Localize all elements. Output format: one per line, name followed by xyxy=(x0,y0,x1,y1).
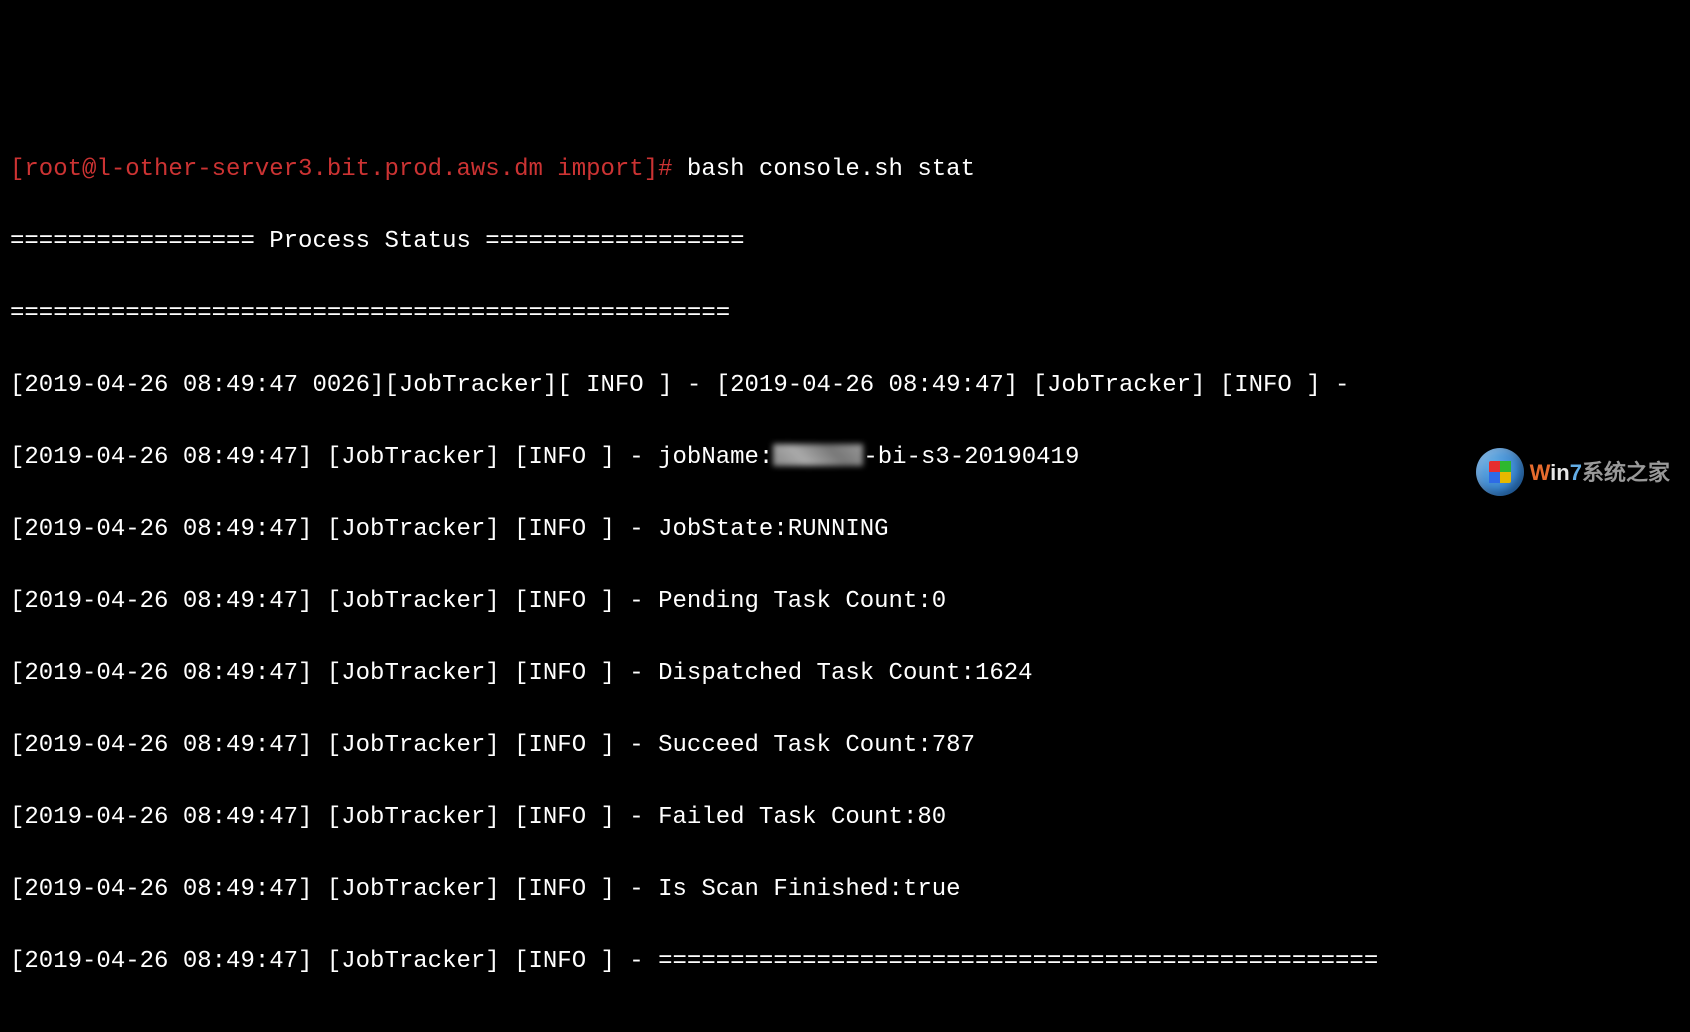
log-prefix: [2019-04-26 08:49:47] [JobTracker] [INFO… xyxy=(10,804,658,831)
prompt-line[interactable]: [root@l-other-server3.bit.prod.aws.dm im… xyxy=(10,152,1680,188)
log-line-succeed: [2019-04-26 08:49:47] [JobTracker] [INFO… xyxy=(10,728,1680,764)
log-value: true xyxy=(903,876,961,903)
log-prefix: [2019-04-26 08:49:47] [JobTracker] [INFO… xyxy=(10,660,658,687)
log-label: Is Scan Finished: xyxy=(658,876,903,903)
log-prefix: [2019-04-26 08:49:47] [JobTracker] [INFO… xyxy=(10,588,658,615)
log-line-scanfinished: [2019-04-26 08:49:47] [JobTracker] [INFO… xyxy=(10,872,1680,908)
log-prefix: [2019-04-26 08:49:47] [JobTracker] [INFO… xyxy=(10,732,658,759)
log-value: 1624 xyxy=(975,660,1033,687)
log-value: 787 xyxy=(932,732,975,759)
log-line-jobstate: [2019-04-26 08:49:47] [JobTracker] [INFO… xyxy=(10,512,1680,548)
log-line-dispatched: [2019-04-26 08:49:47] [JobTracker] [INFO… xyxy=(10,656,1680,692)
log-value: ========================================… xyxy=(658,948,1378,975)
shell-prompt: [root@l-other-server3.bit.prod.aws.dm im… xyxy=(10,156,687,183)
log-line-pending: [2019-04-26 08:49:47] [JobTracker] [INFO… xyxy=(10,584,1680,620)
separator-line: ========================================… xyxy=(10,296,1680,332)
log-value: RUNNING xyxy=(788,516,889,543)
log-label: Failed Task Count: xyxy=(658,804,917,831)
status-title-line: ================= Process Status =======… xyxy=(10,224,1680,260)
log-prefix: [2019-04-26 08:49:47] [JobTracker] [INFO… xyxy=(10,876,658,903)
log-line-failed: [2019-04-26 08:49:47] [JobTracker] [INFO… xyxy=(10,800,1680,836)
log-prefix: [2019-04-26 08:49:47] [JobTracker] [INFO… xyxy=(10,516,658,543)
redacted-block xyxy=(773,444,863,466)
log-label: Succeed Task Count: xyxy=(658,732,932,759)
log-line-footer-sep: [2019-04-26 08:49:47] [JobTracker] [INFO… xyxy=(10,944,1680,980)
log-label: Pending Task Count: xyxy=(658,588,932,615)
watermark-logo-icon xyxy=(1476,448,1524,496)
log-label: JobState: xyxy=(658,516,788,543)
watermark: Win7系统之家 xyxy=(1476,448,1670,496)
log-line-first: [2019-04-26 08:49:47 0026][JobTracker][ … xyxy=(10,368,1680,404)
log-line-jobname: [2019-04-26 08:49:47] [JobTracker] [INFO… xyxy=(10,440,1680,476)
log-prefix: [2019-04-26 08:49:47] [JobTracker] [INFO… xyxy=(10,948,658,975)
log-prefix: [2019-04-26 08:49:47] [JobTracker] [INFO… xyxy=(10,444,658,471)
watermark-text: Win7系统之家 xyxy=(1530,456,1670,489)
log-value: 80 xyxy=(917,804,946,831)
windows-flag-icon xyxy=(1489,461,1511,483)
log-value: -bi-s3-20190419 xyxy=(863,444,1079,471)
log-value: 0 xyxy=(932,588,946,615)
log-label: Dispatched Task Count: xyxy=(658,660,975,687)
shell-command: bash console.sh stat xyxy=(687,156,975,183)
log-label: jobName: xyxy=(658,444,773,471)
